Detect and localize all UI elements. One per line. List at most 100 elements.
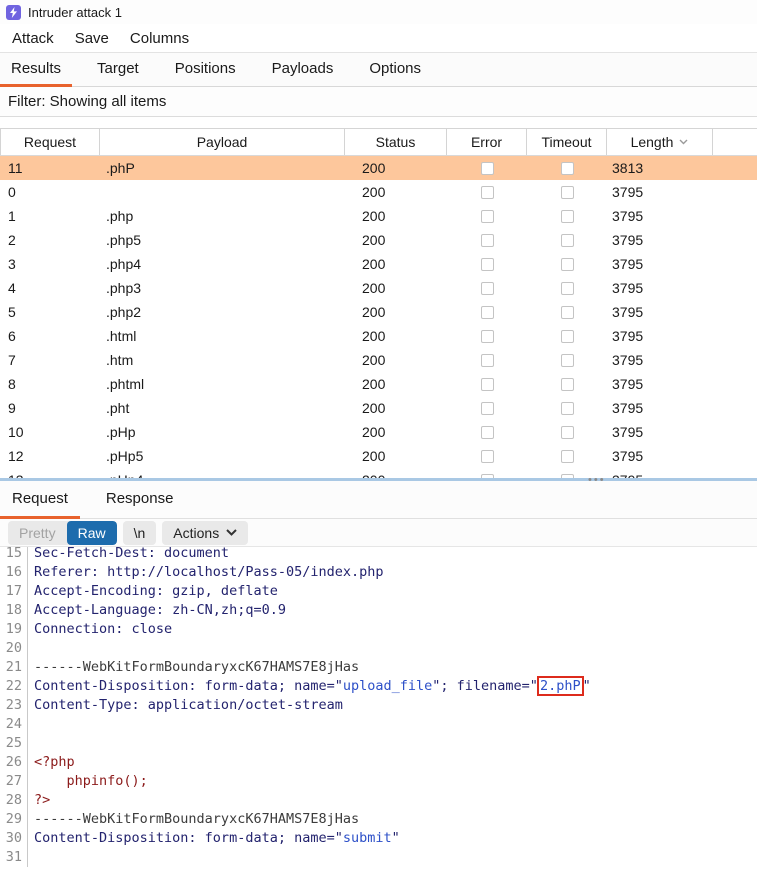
timeout-checkbox[interactable] xyxy=(561,306,574,319)
column-header-request[interactable]: Request xyxy=(0,129,100,155)
line-number: 22 xyxy=(0,677,28,696)
timeout-checkbox[interactable] xyxy=(561,162,574,175)
table-row[interactable]: 1.php2003795 xyxy=(0,204,757,228)
timeout-checkbox[interactable] xyxy=(561,234,574,247)
error-checkbox[interactable] xyxy=(481,234,494,247)
message-tab-bar: Request Response xyxy=(0,481,757,519)
timeout-checkbox[interactable] xyxy=(561,426,574,439)
timeout-cell xyxy=(527,228,607,252)
table-row[interactable]: 5.php22003795 xyxy=(0,300,757,324)
code-segment: " xyxy=(583,678,591,694)
timeout-checkbox[interactable] xyxy=(561,258,574,271)
error-checkbox[interactable] xyxy=(481,330,494,343)
line-number: 26 xyxy=(0,753,28,772)
error-checkbox[interactable] xyxy=(481,450,494,463)
tab-options[interactable]: Options xyxy=(358,53,432,87)
timeout-checkbox[interactable] xyxy=(561,402,574,415)
code-segment: submit xyxy=(343,830,392,846)
status-cell: 200 xyxy=(345,444,447,468)
filter-bar[interactable]: Filter: Showing all items xyxy=(0,87,757,117)
panel-splitter[interactable]: ••• xyxy=(0,478,757,481)
error-checkbox[interactable] xyxy=(481,354,494,367)
view-mode-toggle: Pretty Raw xyxy=(8,521,117,545)
menu-item-columns[interactable]: Columns xyxy=(122,28,197,49)
raw-button[interactable]: Raw xyxy=(67,521,117,545)
timeout-checkbox[interactable] xyxy=(561,186,574,199)
error-checkbox[interactable] xyxy=(481,282,494,295)
request-cell: 1 xyxy=(0,204,100,228)
tab-payloads[interactable]: Payloads xyxy=(261,53,345,87)
code-segment: "; filename=" xyxy=(432,678,538,694)
table-row[interactable]: 9.pht2003795 xyxy=(0,396,757,420)
status-cell: 200 xyxy=(345,180,447,204)
line-content: Sec-Fetch-Dest: document xyxy=(28,546,229,563)
editor-line: 27 phpinfo(); xyxy=(0,772,757,791)
actions-button[interactable]: Actions xyxy=(162,521,248,545)
payload-cell: .pHp4 xyxy=(100,468,345,478)
table-row[interactable]: 02003795 xyxy=(0,180,757,204)
table-row[interactable]: 3.php42003795 xyxy=(0,252,757,276)
error-checkbox[interactable] xyxy=(481,306,494,319)
error-checkbox[interactable] xyxy=(481,378,494,391)
column-header-error[interactable]: Error xyxy=(447,129,527,155)
column-header-timeout[interactable]: Timeout xyxy=(527,129,607,155)
results-table-header: RequestPayloadStatusErrorTimeoutLength xyxy=(0,129,757,156)
menu-item-save[interactable]: Save xyxy=(67,28,117,49)
timeout-checkbox[interactable] xyxy=(561,282,574,295)
table-row[interactable]: 8.phtml2003795 xyxy=(0,372,757,396)
message-tab-response[interactable]: Response xyxy=(94,481,186,519)
line-number: 20 xyxy=(0,639,28,658)
error-checkbox[interactable] xyxy=(481,210,494,223)
tab-positions[interactable]: Positions xyxy=(164,53,247,87)
timeout-cell xyxy=(527,204,607,228)
actions-button-label: Actions xyxy=(173,525,219,541)
table-row[interactable]: 4.php32003795 xyxy=(0,276,757,300)
error-checkbox[interactable] xyxy=(481,186,494,199)
table-row[interactable]: 2.php52003795 xyxy=(0,228,757,252)
table-row[interactable]: 10.pHp2003795 xyxy=(0,420,757,444)
timeout-checkbox[interactable] xyxy=(561,450,574,463)
table-row[interactable]: 13.pHp42003795 xyxy=(0,468,757,478)
pretty-button[interactable]: Pretty xyxy=(8,521,67,545)
line-number: 28 xyxy=(0,791,28,810)
chevron-down-icon xyxy=(226,529,237,536)
error-checkbox[interactable] xyxy=(481,258,494,271)
request-editor[interactable]: 15Sec-Fetch-Dest: document16Referer: htt… xyxy=(0,546,757,870)
length-cell: 3795 xyxy=(607,324,713,348)
timeout-cell xyxy=(527,276,607,300)
menu-item-attack[interactable]: Attack xyxy=(4,28,62,49)
show-newlines-button[interactable]: \n xyxy=(123,521,157,545)
column-header-length[interactable]: Length xyxy=(607,129,713,155)
error-checkbox[interactable] xyxy=(481,426,494,439)
editor-line: 26<?php xyxy=(0,753,757,772)
tab-target[interactable]: Target xyxy=(86,53,150,87)
table-row[interactable]: 6.html2003795 xyxy=(0,324,757,348)
length-cell: 3795 xyxy=(607,444,713,468)
column-header-payload[interactable]: Payload xyxy=(100,129,345,155)
timeout-checkbox[interactable] xyxy=(561,354,574,367)
error-checkbox[interactable] xyxy=(481,474,494,479)
tab-results[interactable]: Results xyxy=(0,53,72,87)
error-cell xyxy=(447,444,527,468)
table-row[interactable]: 11.phP2003813 xyxy=(0,156,757,180)
message-tab-request[interactable]: Request xyxy=(0,481,80,519)
editor-line: 28?> xyxy=(0,791,757,810)
length-cell: 3795 xyxy=(607,468,713,478)
status-cell: 200 xyxy=(345,156,447,180)
timeout-checkbox[interactable] xyxy=(561,330,574,343)
line-number: 23 xyxy=(0,696,28,715)
table-row[interactable]: 12.pHp52003795 xyxy=(0,444,757,468)
error-checkbox[interactable] xyxy=(481,402,494,415)
error-checkbox[interactable] xyxy=(481,162,494,175)
timeout-checkbox[interactable] xyxy=(561,474,574,479)
timeout-checkbox[interactable] xyxy=(561,378,574,391)
column-header-status[interactable]: Status xyxy=(345,129,447,155)
code-segment: Referer: http://localhost/Pass-05/index.… xyxy=(34,564,384,580)
error-cell xyxy=(447,252,527,276)
table-row[interactable]: 7.htm2003795 xyxy=(0,348,757,372)
error-cell xyxy=(447,180,527,204)
line-content: Accept-Language: zh-CN,zh;q=0.9 xyxy=(28,601,286,620)
filter-text: Filter: Showing all items xyxy=(8,93,166,110)
status-cell: 200 xyxy=(345,228,447,252)
timeout-checkbox[interactable] xyxy=(561,210,574,223)
